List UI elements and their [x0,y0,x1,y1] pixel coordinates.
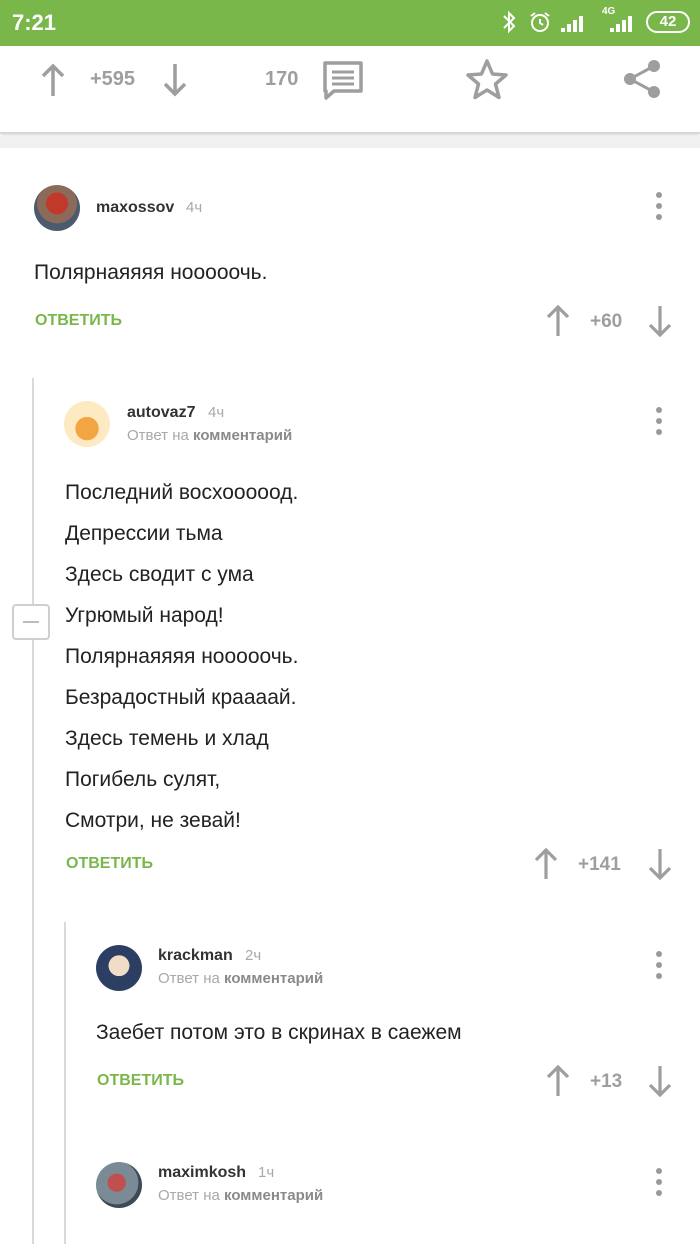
more-options-icon[interactable] [652,192,666,226]
collapse-thread-button[interactable] [12,604,50,640]
bluetooth-icon [500,10,518,39]
comment-upvote-icon[interactable] [544,1064,572,1103]
post-rating: +595 [90,68,136,90]
more-options-icon[interactable] [652,407,666,441]
avatar[interactable] [64,401,110,447]
comment-downvote-icon[interactable] [646,847,674,886]
signal-4g-icon: 4G [598,6,638,39]
battery-icon: 42 [646,11,690,33]
comment-downvote-icon[interactable] [646,304,674,343]
reply-button[interactable]: ОТВЕТИТЬ [97,1072,184,1090]
comment-time: 1ч [258,1164,275,1181]
reply-to-link[interactable]: комментарий [224,1187,323,1204]
post-action-bar: +595 170 [0,46,700,134]
comment-score: +13 [590,1071,623,1092]
comments-icon[interactable] [322,60,364,105]
reply-to-prefix: Ответ на [158,1187,220,1204]
status-bar: 7:21 4G 42 [0,0,700,46]
comment-score: +60 [590,311,623,332]
comment-line: Последний восхооооод. [65,481,299,504]
comments-count: 170 [265,68,299,90]
comment-downvote-icon[interactable] [646,1064,674,1103]
alarm-icon [528,10,552,39]
thread-line-level-2 [64,922,66,1244]
comment-author[interactable]: maxossov [96,199,174,217]
comment-line: Смотри, не зевай! [65,809,241,832]
thread-line-level-1 [32,378,34,1244]
section-divider [0,136,700,148]
battery-level: 42 [646,11,690,33]
avatar[interactable] [96,1162,142,1208]
star-icon[interactable] [465,58,509,105]
comment-author[interactable]: autovaz7 [127,404,195,422]
share-icon[interactable] [622,58,664,105]
comment-line: Здесь темень и хлад [65,727,269,750]
reply-to-prefix: Ответ на [158,970,220,987]
comment-time: 4ч [208,404,225,421]
comment-line: Полярнаяяяя нооооочь. [34,261,268,284]
upvote-arrow-icon[interactable] [38,62,68,103]
reply-to-prefix: Ответ на [127,427,189,444]
signal-icon [560,10,588,39]
reply-to-line: Ответ на комментарий [158,970,323,987]
comment-time: 4ч [186,199,203,216]
reply-button[interactable]: ОТВЕТИТЬ [66,855,153,873]
reply-to-line: Ответ на комментарий [127,427,292,444]
avatar[interactable] [96,945,142,991]
comment-line: Угрюмый народ! [65,604,224,627]
downvote-arrow-icon[interactable] [160,62,190,103]
network-label: 4G [602,6,616,17]
reply-button[interactable]: ОТВЕТИТЬ [35,312,122,330]
comment-upvote-icon[interactable] [544,304,572,343]
reply-to-link[interactable]: комментарий [193,427,292,444]
comment-text: Последний восхооооод. Депрессии тьма Зде… [65,472,298,841]
reply-to-line: Ответ на комментарий [158,1187,323,1204]
more-options-icon[interactable] [652,951,666,985]
comment-score: +141 [578,854,621,875]
comment-text: Полярнаяяяя нооооочь. [34,252,267,293]
avatar[interactable] [34,185,80,231]
comment-author[interactable]: maximkosh [158,1164,246,1182]
reply-to-link[interactable]: комментарий [224,970,323,987]
comment-line: Безрадостный краааай. [65,686,297,709]
comment-line: Погибель сулят, [65,768,221,791]
comment-time: 2ч [245,947,262,964]
comment-text: Заебет потом это в скринах в саежем [96,1012,462,1053]
comment-line: Полярнаяяяя нооооочь. [65,645,299,668]
comment-line: Депрессии тьма [65,522,223,545]
comment-line: Заебет потом это в скринах в саежем [96,1021,462,1044]
status-time: 7:21 [12,10,57,35]
comment-line: Здесь сводит с ума [65,563,254,586]
more-options-icon[interactable] [652,1168,666,1202]
comment-upvote-icon[interactable] [532,847,560,886]
comment-author[interactable]: krackman [158,947,233,965]
